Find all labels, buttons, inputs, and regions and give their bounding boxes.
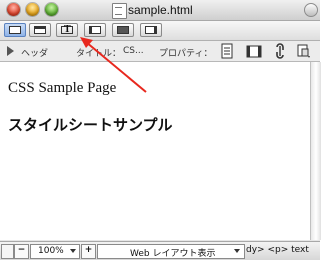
- image-view-button[interactable]: [112, 23, 134, 37]
- title-value[interactable]: CS...: [123, 46, 144, 56]
- zoom-out-button[interactable]: −: [14, 244, 29, 259]
- page-subheading: スタイルシートサンプル: [8, 116, 173, 134]
- zoom-in-button[interactable]: +: [81, 244, 96, 259]
- pdf-icon: [145, 26, 157, 34]
- toolbar-toggle-button[interactable]: [304, 3, 318, 17]
- page-heading: CSS Sample Page: [8, 80, 117, 96]
- minimize-button[interactable]: [26, 3, 39, 16]
- document-icon[interactable]: [219, 43, 235, 59]
- page-content[interactable]: CSS Sample Page スタイルシートサンプル: [0, 62, 311, 240]
- pdf-view-button[interactable]: [140, 23, 162, 37]
- document-icon: [112, 3, 127, 19]
- chevron-down-icon: [234, 249, 240, 253]
- insert-menu-icon[interactable]: [296, 43, 312, 59]
- title-label: タイトル：: [76, 49, 122, 59]
- view-mode-value: Web レイアウト表示: [130, 249, 216, 259]
- image-icon: [117, 26, 129, 34]
- chevron-down-icon: [70, 249, 76, 253]
- list-icon: [89, 26, 101, 34]
- split-icon: [34, 26, 46, 34]
- vertical-scrollbar[interactable]: [310, 62, 321, 240]
- text-view-button[interactable]: T: [56, 23, 78, 37]
- property-label: プロパティ：: [159, 49, 213, 59]
- app-window: sample.html T ヘッダ タイトル： CS... プロパティ： CSS…: [0, 0, 321, 260]
- view-toolbar: T: [0, 21, 320, 41]
- layout-icon: [9, 26, 21, 34]
- resize-arrows-icon[interactable]: [1, 244, 14, 259]
- split-view-button[interactable]: [29, 23, 51, 37]
- text-t-icon: T: [64, 24, 71, 35]
- zoom-button[interactable]: [45, 3, 58, 16]
- view-mode-select[interactable]: Web レイアウト表示: [97, 244, 245, 259]
- close-button[interactable]: [7, 3, 20, 16]
- window-title: sample.html: [128, 3, 193, 17]
- link-icon[interactable]: [272, 43, 288, 59]
- layout-view-button[interactable]: [4, 23, 26, 37]
- tag-path[interactable]: dy> <p> text: [246, 245, 309, 255]
- zoom-value: 100%: [38, 246, 64, 256]
- header-label[interactable]: ヘッダ: [21, 46, 48, 59]
- film-icon[interactable]: [246, 43, 262, 59]
- info-toolbar: ヘッダ タイトル： CS... プロパティ：: [0, 41, 320, 62]
- status-bar: − 100% + Web レイアウト表示 dy> <p> text: [0, 241, 320, 260]
- title-bar: sample.html: [0, 0, 320, 21]
- list-view-button[interactable]: [84, 23, 106, 37]
- zoom-select[interactable]: 100%: [30, 244, 80, 259]
- disclosure-triangle-icon[interactable]: [7, 46, 14, 56]
